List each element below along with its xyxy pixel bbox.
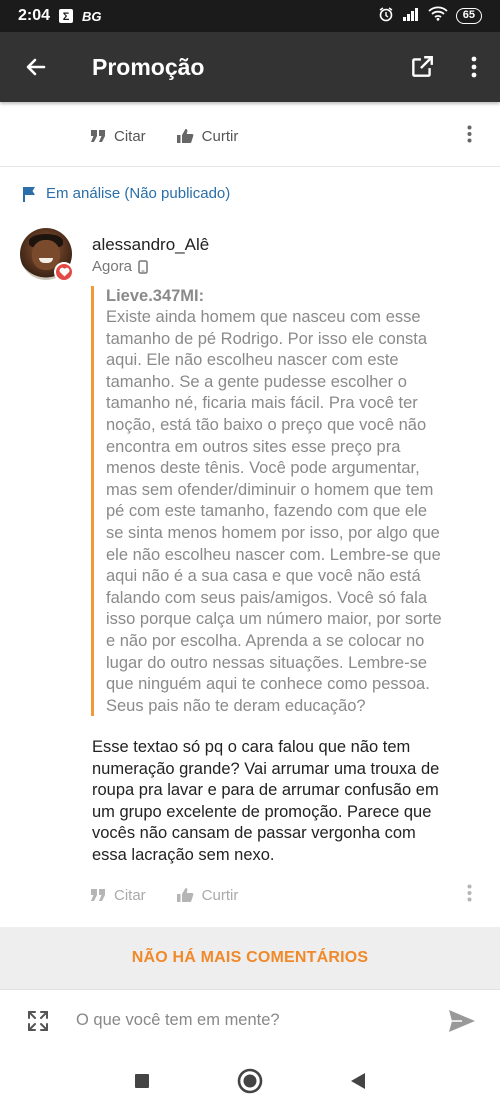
status-bar: 2:04 Σ BG 65 xyxy=(0,0,500,32)
comment-composer xyxy=(0,989,500,1051)
comment-line: essa lacração sem nexo. xyxy=(92,845,275,864)
moderation-status-text: Em análise (Não publicado) xyxy=(46,185,231,202)
status-bar-left: 2:04 Σ BG xyxy=(18,7,102,25)
avatar[interactable] xyxy=(20,228,74,282)
quote-line: pé com este tamanho, fazendo com que ele xyxy=(106,502,428,521)
open-external-button[interactable] xyxy=(396,32,448,102)
system-navigation-bar xyxy=(0,1051,500,1111)
comment-input[interactable] xyxy=(76,1011,424,1030)
comment-more-button[interactable] xyxy=(467,884,472,907)
comment-line: um grupo excelente de promoção. Parece q… xyxy=(92,802,432,821)
status-time: 2:04 xyxy=(18,7,51,24)
quote-body: Existe ainda homem que nasceu com esse t… xyxy=(106,307,481,717)
moderation-status: Em análise (Não publicado) xyxy=(22,185,230,202)
home-button[interactable] xyxy=(235,1066,265,1096)
comment-body: Esse textao só pq o cara falou que não t… xyxy=(92,737,482,867)
notification-app-icon: Σ xyxy=(58,8,74,24)
quote-line: lugar do outro nessas situações. Lembre-… xyxy=(106,653,428,672)
previous-comment-actions: Citar Curtir xyxy=(0,118,500,154)
triangle-back-icon xyxy=(351,1073,365,1089)
comment-line: Esse textao só pq o cara falou que não t… xyxy=(92,738,411,756)
quote-line: Seus pais não te deram educação? xyxy=(106,696,366,715)
cite-label: Citar xyxy=(114,127,146,145)
divider xyxy=(0,166,500,167)
comment-more-button[interactable] xyxy=(467,125,472,148)
cite-label: Citar xyxy=(114,886,146,904)
expand-icon xyxy=(28,1010,48,1031)
like-button[interactable]: Curtir xyxy=(176,886,239,904)
heart-badge-icon xyxy=(54,262,74,282)
square-icon xyxy=(135,1074,149,1088)
quote-line: tamanho de pé Rodrigo. Por isso ele cons… xyxy=(106,329,428,348)
comment-line: vocês não cansam de passar vergonha com xyxy=(92,824,416,843)
like-label: Curtir xyxy=(201,127,239,145)
quote-line: e não por escolha. Aprenda a se colocar … xyxy=(106,631,425,650)
cite-button[interactable]: Citar xyxy=(90,887,146,904)
comment-actions: Citar Curtir xyxy=(0,877,500,913)
send-button[interactable] xyxy=(424,990,500,1052)
send-icon xyxy=(449,1009,475,1032)
carrier-label: BG xyxy=(82,8,102,24)
comment-line: numeração grande? Vai arrumar uma trouxa… xyxy=(92,759,440,778)
alarm-icon xyxy=(378,6,394,27)
overflow-menu-button[interactable] xyxy=(448,32,500,102)
circle-home-icon xyxy=(237,1068,263,1094)
thumbs-up-icon xyxy=(176,128,194,144)
comment-time: Agora xyxy=(92,258,133,275)
battery-indicator: 65 xyxy=(455,8,482,24)
more-vertical-icon xyxy=(467,125,472,142)
quote-line: falando com seus pais/amigos. Você só fa… xyxy=(106,588,428,607)
quote-line: que ninguém aqui te conhece como pessoa. xyxy=(106,675,430,694)
quote-icon xyxy=(90,129,106,143)
status-bar-right: 65 xyxy=(378,6,482,27)
quote-line: se sinta menos homem por isso, por algo … xyxy=(106,523,440,542)
svg-text:Σ: Σ xyxy=(63,11,70,23)
quote-line: mas sem ofender/diminuir o homem que tem xyxy=(106,480,434,499)
like-label: Curtir xyxy=(201,886,239,904)
recents-button[interactable] xyxy=(127,1066,157,1096)
signal-icon xyxy=(402,7,420,26)
no-more-comments-banner: NÃO HÁ MAIS COMENTÁRIOS xyxy=(0,927,500,989)
mobile-device-icon xyxy=(138,259,148,274)
quoted-comment: Lieve.347MI: Existe ainda homem que nasc… xyxy=(91,286,481,716)
comment-meta: Agora xyxy=(92,258,148,275)
quote-icon xyxy=(90,888,106,902)
arrow-left-icon xyxy=(26,58,46,76)
quote-line: aqui não é a sua casa e que você não est… xyxy=(106,567,421,586)
wifi-icon xyxy=(428,6,448,26)
quote-line: encontra em outros sites esse preço pra xyxy=(106,437,401,456)
open-in-new-icon xyxy=(412,56,433,77)
back-nav-button[interactable] xyxy=(343,1066,373,1096)
more-vertical-icon xyxy=(471,56,477,78)
flag-icon xyxy=(22,186,36,202)
like-button[interactable]: Curtir xyxy=(176,127,239,145)
back-button[interactable] xyxy=(0,32,72,102)
comment-username[interactable]: alessandro_Alê xyxy=(92,235,209,255)
quote-author: Lieve.347MI: xyxy=(106,287,205,305)
quote-line: tamanho. Se a gente pudesse escolher o xyxy=(106,372,407,391)
thumbs-up-icon xyxy=(176,887,194,903)
quote-line: isso porque calça um número maior, por s… xyxy=(106,610,442,629)
cite-button[interactable]: Citar xyxy=(90,128,146,145)
page-title: Promoção xyxy=(92,53,205,80)
quote-line: ele não escolheu nascer com. Lembre-se q… xyxy=(106,545,441,564)
quote-line: tamanho né, ficaria mais fácil. Pra você… xyxy=(106,394,418,413)
comment-line: roupa pra lavar e para de arrumar confus… xyxy=(92,781,439,800)
app-bar: Promoção xyxy=(0,32,500,102)
quote-line: menos deste tênis. Você pode argumentar, xyxy=(106,459,420,478)
more-vertical-icon xyxy=(467,884,472,901)
quote-line: aqui. Ele não escolheu nascer com este xyxy=(106,351,399,370)
quote-line: noção, está tão baixo o preço que você n… xyxy=(106,415,427,434)
expand-editor-button[interactable] xyxy=(0,990,76,1052)
quote-line: Existe ainda homem que nasceu com esse xyxy=(106,308,421,326)
